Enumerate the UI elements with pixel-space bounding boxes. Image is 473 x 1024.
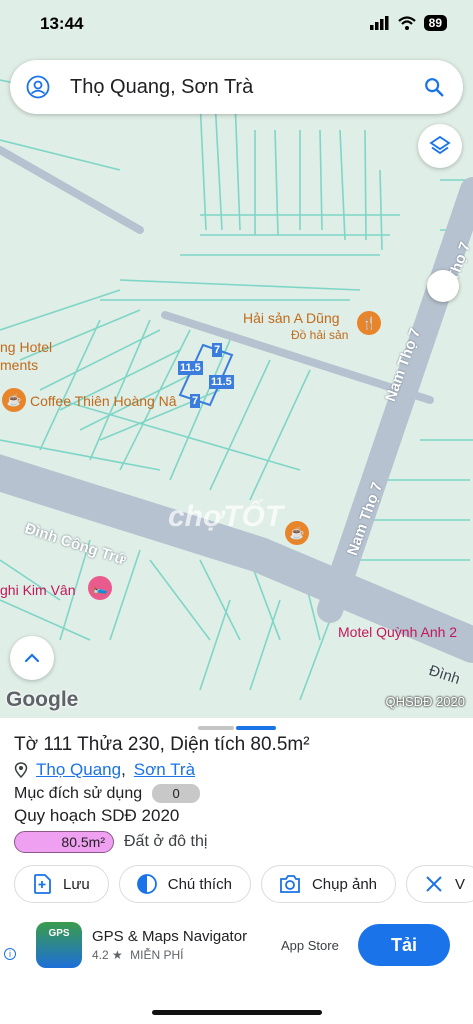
add-box-icon [34,874,51,894]
camera-icon [280,875,300,893]
app-icon[interactable]: GPS [36,922,82,968]
plot-edge-label: 7 [190,394,201,408]
layers-button[interactable] [418,124,462,168]
coffee-icon[interactable]: ☕ [2,388,26,412]
ad-store-label: App Store [281,938,339,953]
parcel-title: Tờ 111 Thửa 230, Diện tích 80.5m² [14,734,310,755]
search-input[interactable]: Thọ Quang, Sơn Trà [70,76,423,99]
legend-button[interactable]: Chú thích [118,865,251,903]
poi-hotel-line1[interactable]: ng Hotel [0,339,52,355]
ad-rating: 4.2 ★ [92,948,123,962]
purpose-value-badge: 0 [152,784,201,803]
plot-edge-label: 11.5 [209,375,234,389]
restaurant-icon[interactable]: 🍴 [357,311,381,335]
status-icons: 89 [369,15,447,31]
layers-icon [429,135,451,155]
search-icon[interactable] [423,76,445,98]
legend-icon [136,874,157,894]
ward-link[interactable]: Thọ Quang [36,760,121,780]
signal-icon [369,16,389,30]
poi-kim-van[interactable]: ghi Kim Vân [0,582,75,598]
coffee-icon[interactable]: ☕ [285,521,309,545]
plan-land-type: Đất ở đô thị [124,833,208,850]
sheet-handle-active[interactable] [236,726,276,730]
hotel-icon[interactable]: 🛌 [88,576,112,600]
ad-price: MIỄN PHÍ [130,948,184,962]
poi-motel-quynh-anh[interactable]: Motel Quỳnh Anh 2 [338,624,457,640]
home-indicator[interactable] [152,1010,322,1015]
status-time: 13:44 [40,14,84,33]
capture-button[interactable]: Chụp ảnh [260,865,397,903]
measure-label: V [455,875,466,893]
district-link[interactable]: Sơn Trà [134,760,195,780]
location-pin-icon [14,762,28,778]
plot-edge-label: 7 [212,343,223,357]
ad-app-meta: 4.2 ★ MIỄN PHÍ [92,948,183,962]
battery-indicator: 89 [423,15,447,31]
sheet-handle[interactable] [198,726,234,730]
status-bar: 13:44 89 [0,0,473,50]
plot-edge-label: 11.5 [178,361,203,375]
zoom-slider-handle[interactable] [427,270,459,302]
measure-button[interactable]: V [406,865,473,903]
address-separator: , [121,760,126,779]
poi-hai-san-a-dung[interactable]: Hải sản A Dũng [243,310,340,326]
plan-area-badge: 80.5m² [14,831,114,853]
capture-label: Chụp ảnh [311,875,378,893]
watermark-brand: chợTỐT [168,500,284,533]
purpose-label: Mục đích sử dụng [14,784,143,802]
search-bar[interactable]: Thọ Quang, Sơn Trà [10,60,463,114]
chevron-up-icon [24,653,40,663]
account-icon[interactable] [26,75,50,99]
legend-label: Chú thích [167,875,232,893]
measure-icon [426,876,442,892]
parcel-info-sheet[interactable]: Tờ 111 Thửa 230, Diện tích 80.5m² Thọ Qu… [0,718,473,1024]
wifi-icon [397,16,416,30]
poi-coffee-thien-hoang[interactable]: Coffee Thiên Hoàng Nâ [30,393,177,409]
plan-row: 80.5m² Đất ở đô thị [14,831,207,853]
parcel-address: Thọ Quang , Sơn Trà [14,760,195,780]
install-button[interactable]: Tải [358,924,450,966]
ad-app-name[interactable]: GPS & Maps Navigator [92,928,247,945]
action-bar: Lưu Chú thích Chụp ảnh V [14,865,473,903]
poi-category: Đồ hải sản [291,328,349,342]
save-label: Lưu [63,875,90,893]
google-logo: Google [6,688,79,711]
recenter-button[interactable] [10,636,54,680]
ad-banner[interactable]: i GPS GPS & Maps Navigator 4.2 ★ MIỄN PH… [0,916,473,986]
poi-hotel-line2[interactable]: ments [0,357,38,373]
ad-info-icon[interactable]: i [4,948,16,960]
map-source-label: QHSDĐ 2020 [385,694,465,709]
purpose-row: Mục đích sử dụng 0 [14,784,201,803]
plan-title: Quy hoạch SDĐ 2020 [14,806,180,825]
save-button[interactable]: Lưu [14,865,109,903]
